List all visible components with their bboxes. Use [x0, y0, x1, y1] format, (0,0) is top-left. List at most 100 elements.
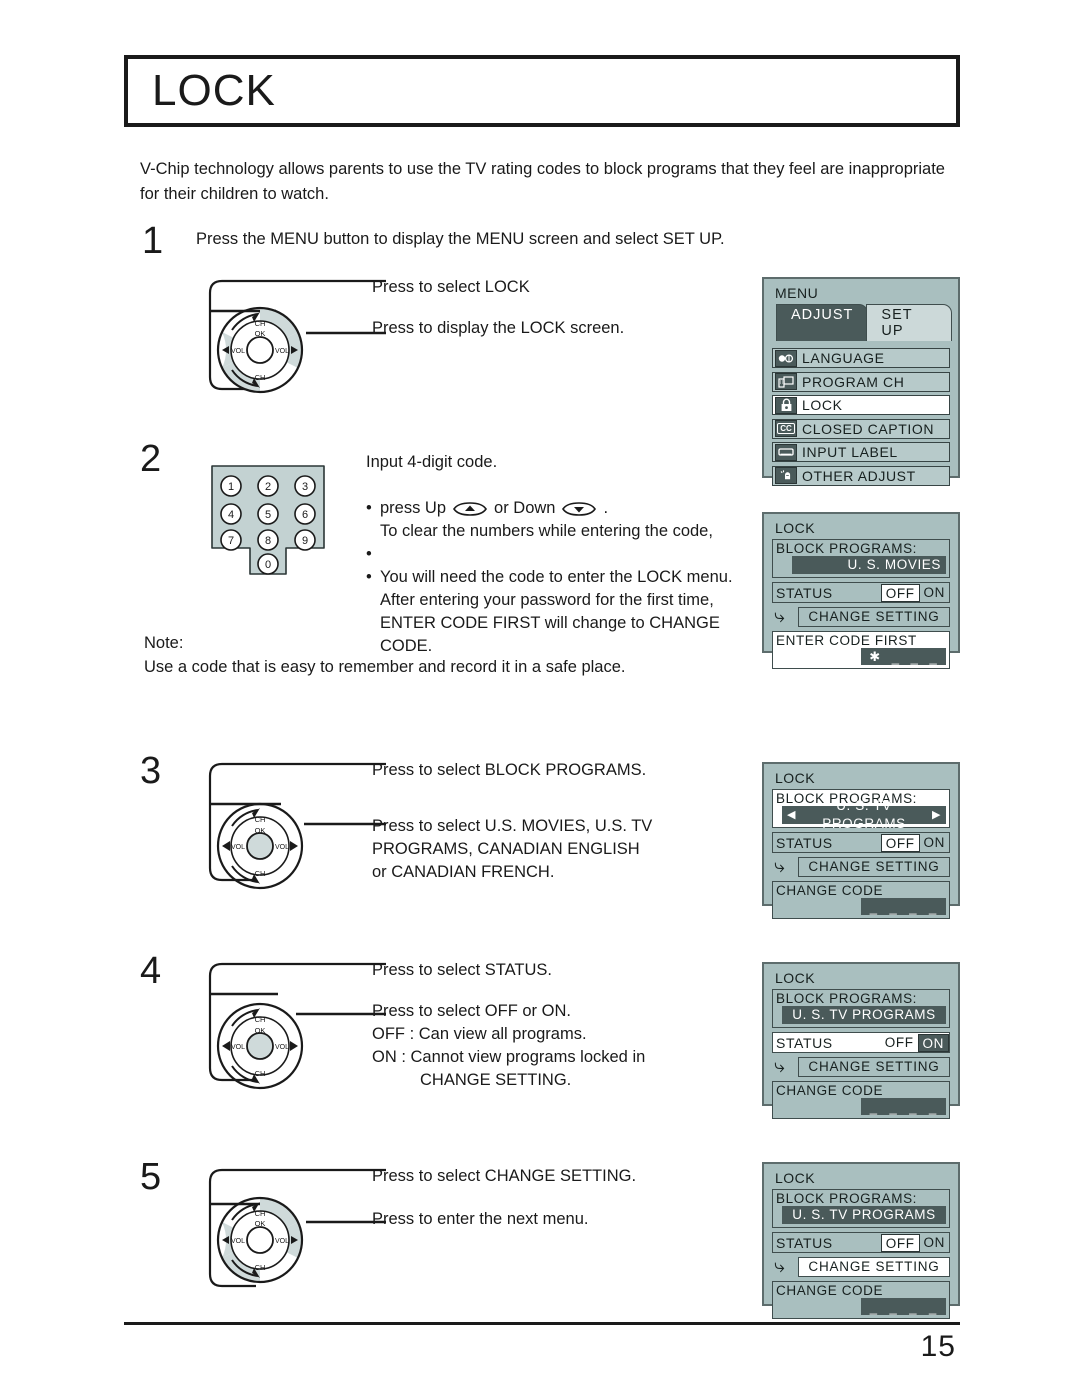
status-option-off[interactable]: OFF [880, 1233, 920, 1252]
bullet-dot: • [366, 499, 372, 517]
step-1-number: 1 [142, 220, 164, 262]
osd-lock-panel-step3: LOCK BLOCK PROGRAMS: ◀ U. S. TV PROGRAMS… [762, 762, 960, 919]
enter-arrow-icon: ⤷ [774, 1056, 786, 1077]
menu-item-other-adjust[interactable]: OTHER ADJUST [772, 465, 950, 486]
status-row[interactable]: STATUS OFF ON [772, 1032, 950, 1053]
status-label: STATUS [776, 1234, 833, 1251]
block-programs-label: BLOCK PROGRAMS: [776, 1191, 918, 1206]
code-digit-field[interactable]: _ _ _ _ [861, 1098, 946, 1115]
menu-item-closed-caption[interactable]: CC CLOSED CAPTION [772, 418, 950, 439]
status-option-off[interactable]: OFF [880, 583, 920, 602]
tab-set-up[interactable]: SET UP [866, 304, 952, 341]
menu-item-input-label[interactable]: INPUT LABEL [772, 442, 950, 462]
step-4-callout-l1: Press to select OFF or ON. [372, 1002, 571, 1020]
change-setting-row[interactable]: ⤷ CHANGE SETTING [772, 607, 950, 627]
svg-text:CH: CH [255, 1015, 266, 1024]
step-2-number: 2 [140, 438, 162, 480]
change-setting-label[interactable]: CHANGE SETTING [798, 1257, 950, 1277]
step-1-callout-top: Press to select LOCK [372, 278, 530, 296]
svg-text:CH: CH [255, 319, 266, 328]
change-setting-label[interactable]: CHANGE SETTING [798, 1057, 950, 1077]
menu-item-language[interactable]: LANGUAGE [772, 348, 950, 368]
status-option-on[interactable]: ON [920, 1234, 949, 1252]
menu-item-label: CLOSED CAPTION [802, 420, 935, 437]
code-digit-4: _ [929, 900, 938, 915]
page-title-box: LOCK [124, 55, 960, 127]
block-programs-value: U. S. TV PROGRAMS [782, 1206, 946, 1224]
keypad-key-5: 5 [265, 509, 271, 521]
up-arrow-rocker-icon [453, 501, 487, 516]
code-digit-field[interactable]: _ _ _ _ [861, 1298, 946, 1315]
lock-padlock-icon [775, 396, 797, 414]
block-programs-value: U. S. TV PROGRAMS [822, 798, 906, 831]
change-setting-label[interactable]: CHANGE SETTING [798, 607, 950, 627]
svg-text:OK: OK [255, 826, 266, 835]
menu-item-lock[interactable]: LOCK [772, 395, 950, 415]
status-row[interactable]: STATUS OFF ON [772, 832, 950, 853]
step-4-callout-l4: CHANGE SETTING. [420, 1071, 572, 1089]
step-2-bullet-1-line2: press Up or Down . [380, 499, 609, 517]
code-digit-3: _ [909, 1100, 918, 1115]
chevron-right-icon[interactable]: ▶ [932, 806, 941, 824]
page-number: 15 [920, 1330, 956, 1363]
svg-text:CH: CH [255, 373, 266, 382]
code-digit-2: _ [889, 900, 898, 915]
menu-item-label: OTHER ADJUST [802, 467, 916, 484]
chevron-left-icon[interactable]: ◀ [787, 806, 796, 824]
enter-arrow-icon: ⤷ [774, 856, 786, 877]
step-1-heading: Press the MENU button to display the MEN… [196, 230, 725, 248]
change-code-box[interactable]: CHANGE CODE _ _ _ _ [772, 1081, 950, 1119]
code-digit-4: _ [929, 650, 938, 665]
change-setting-row[interactable]: ⤷ CHANGE SETTING [772, 1257, 950, 1277]
code-digit-field[interactable]: ✱ _ _ _ [861, 648, 946, 665]
block-programs-box[interactable]: BLOCK PROGRAMS: U. S. MOVIES [772, 539, 950, 578]
change-code-box[interactable]: CHANGE CODE _ _ _ _ [772, 1281, 950, 1319]
svg-text:VOL: VOL [231, 1044, 245, 1051]
svg-text:VOL: VOL [231, 844, 245, 851]
enter-arrow-icon: ⤷ [774, 1256, 786, 1277]
code-digit-3: _ [909, 900, 918, 915]
code-digit-field[interactable]: _ _ _ _ [861, 898, 946, 915]
menu-item-label: PROGRAM CH [802, 373, 905, 390]
block-programs-label: BLOCK PROGRAMS: [776, 541, 918, 556]
footer-divider [124, 1322, 960, 1325]
block-programs-box[interactable]: BLOCK PROGRAMS: ◀ U. S. TV PROGRAMS ▶ [772, 789, 950, 831]
numeric-keypad[interactable]: 1 2 3 4 5 6 7 8 9 0 [208, 462, 328, 584]
code-digit-1: _ [869, 1100, 878, 1115]
enter-code-label: ENTER CODE FIRST [776, 633, 917, 648]
step-3-callout-bottom: Press to select U.S. MOVIES, U.S. TV PRO… [372, 817, 653, 881]
change-code-box[interactable]: CHANGE CODE _ _ _ _ [772, 881, 950, 919]
step-4-callout-l3: ON : Cannot view programs locked in [372, 1048, 646, 1066]
other-adjust-icon [775, 467, 797, 484]
menu-item-program-ch[interactable]: PROGRAM CH [772, 371, 950, 392]
change-setting-row[interactable]: ⤷ CHANGE SETTING [772, 1057, 950, 1077]
status-row[interactable]: STATUS OFF ON [772, 582, 950, 603]
block-programs-box[interactable]: BLOCK PROGRAMS: U. S. TV PROGRAMS [772, 1189, 950, 1228]
osd-lock-title: LOCK [775, 770, 816, 786]
step-2-bullet-3: • After entering your password for the f… [366, 568, 720, 655]
status-option-off[interactable]: OFF [880, 833, 920, 852]
tab-adjust[interactable]: ADJUST [776, 304, 869, 341]
keypad-key-4: 4 [228, 509, 234, 521]
svg-text:VOL: VOL [275, 348, 289, 355]
enter-code-box[interactable]: ENTER CODE FIRST ✱ _ _ _ [772, 631, 950, 669]
status-option-on[interactable]: ON [920, 834, 949, 852]
down-arrow-rocker-icon [562, 501, 597, 516]
keypad-key-8: 8 [265, 535, 271, 547]
block-programs-value-selector[interactable]: ◀ U. S. TV PROGRAMS ▶ [782, 798, 946, 831]
status-option-on[interactable]: ON [920, 584, 949, 602]
block-programs-box[interactable]: BLOCK PROGRAMS: U. S. TV PROGRAMS [772, 989, 950, 1028]
status-row[interactable]: STATUS OFF ON [772, 1232, 950, 1253]
status-option-off[interactable]: OFF [881, 1034, 918, 1052]
language-icon [775, 349, 797, 367]
change-setting-label[interactable]: CHANGE SETTING [798, 857, 950, 877]
status-option-on[interactable]: ON [917, 1033, 949, 1052]
code-digit-2: _ [889, 1300, 898, 1315]
svg-text:VOL: VOL [275, 1044, 289, 1051]
code-digit-4: _ [929, 1300, 938, 1315]
code-digit-3: _ [909, 1300, 918, 1315]
change-setting-row[interactable]: ⤷ CHANGE SETTING [772, 857, 950, 877]
menu-item-label: LOCK [802, 397, 843, 413]
svg-text:OK: OK [255, 1026, 266, 1035]
code-digit-4: _ [929, 1100, 938, 1115]
